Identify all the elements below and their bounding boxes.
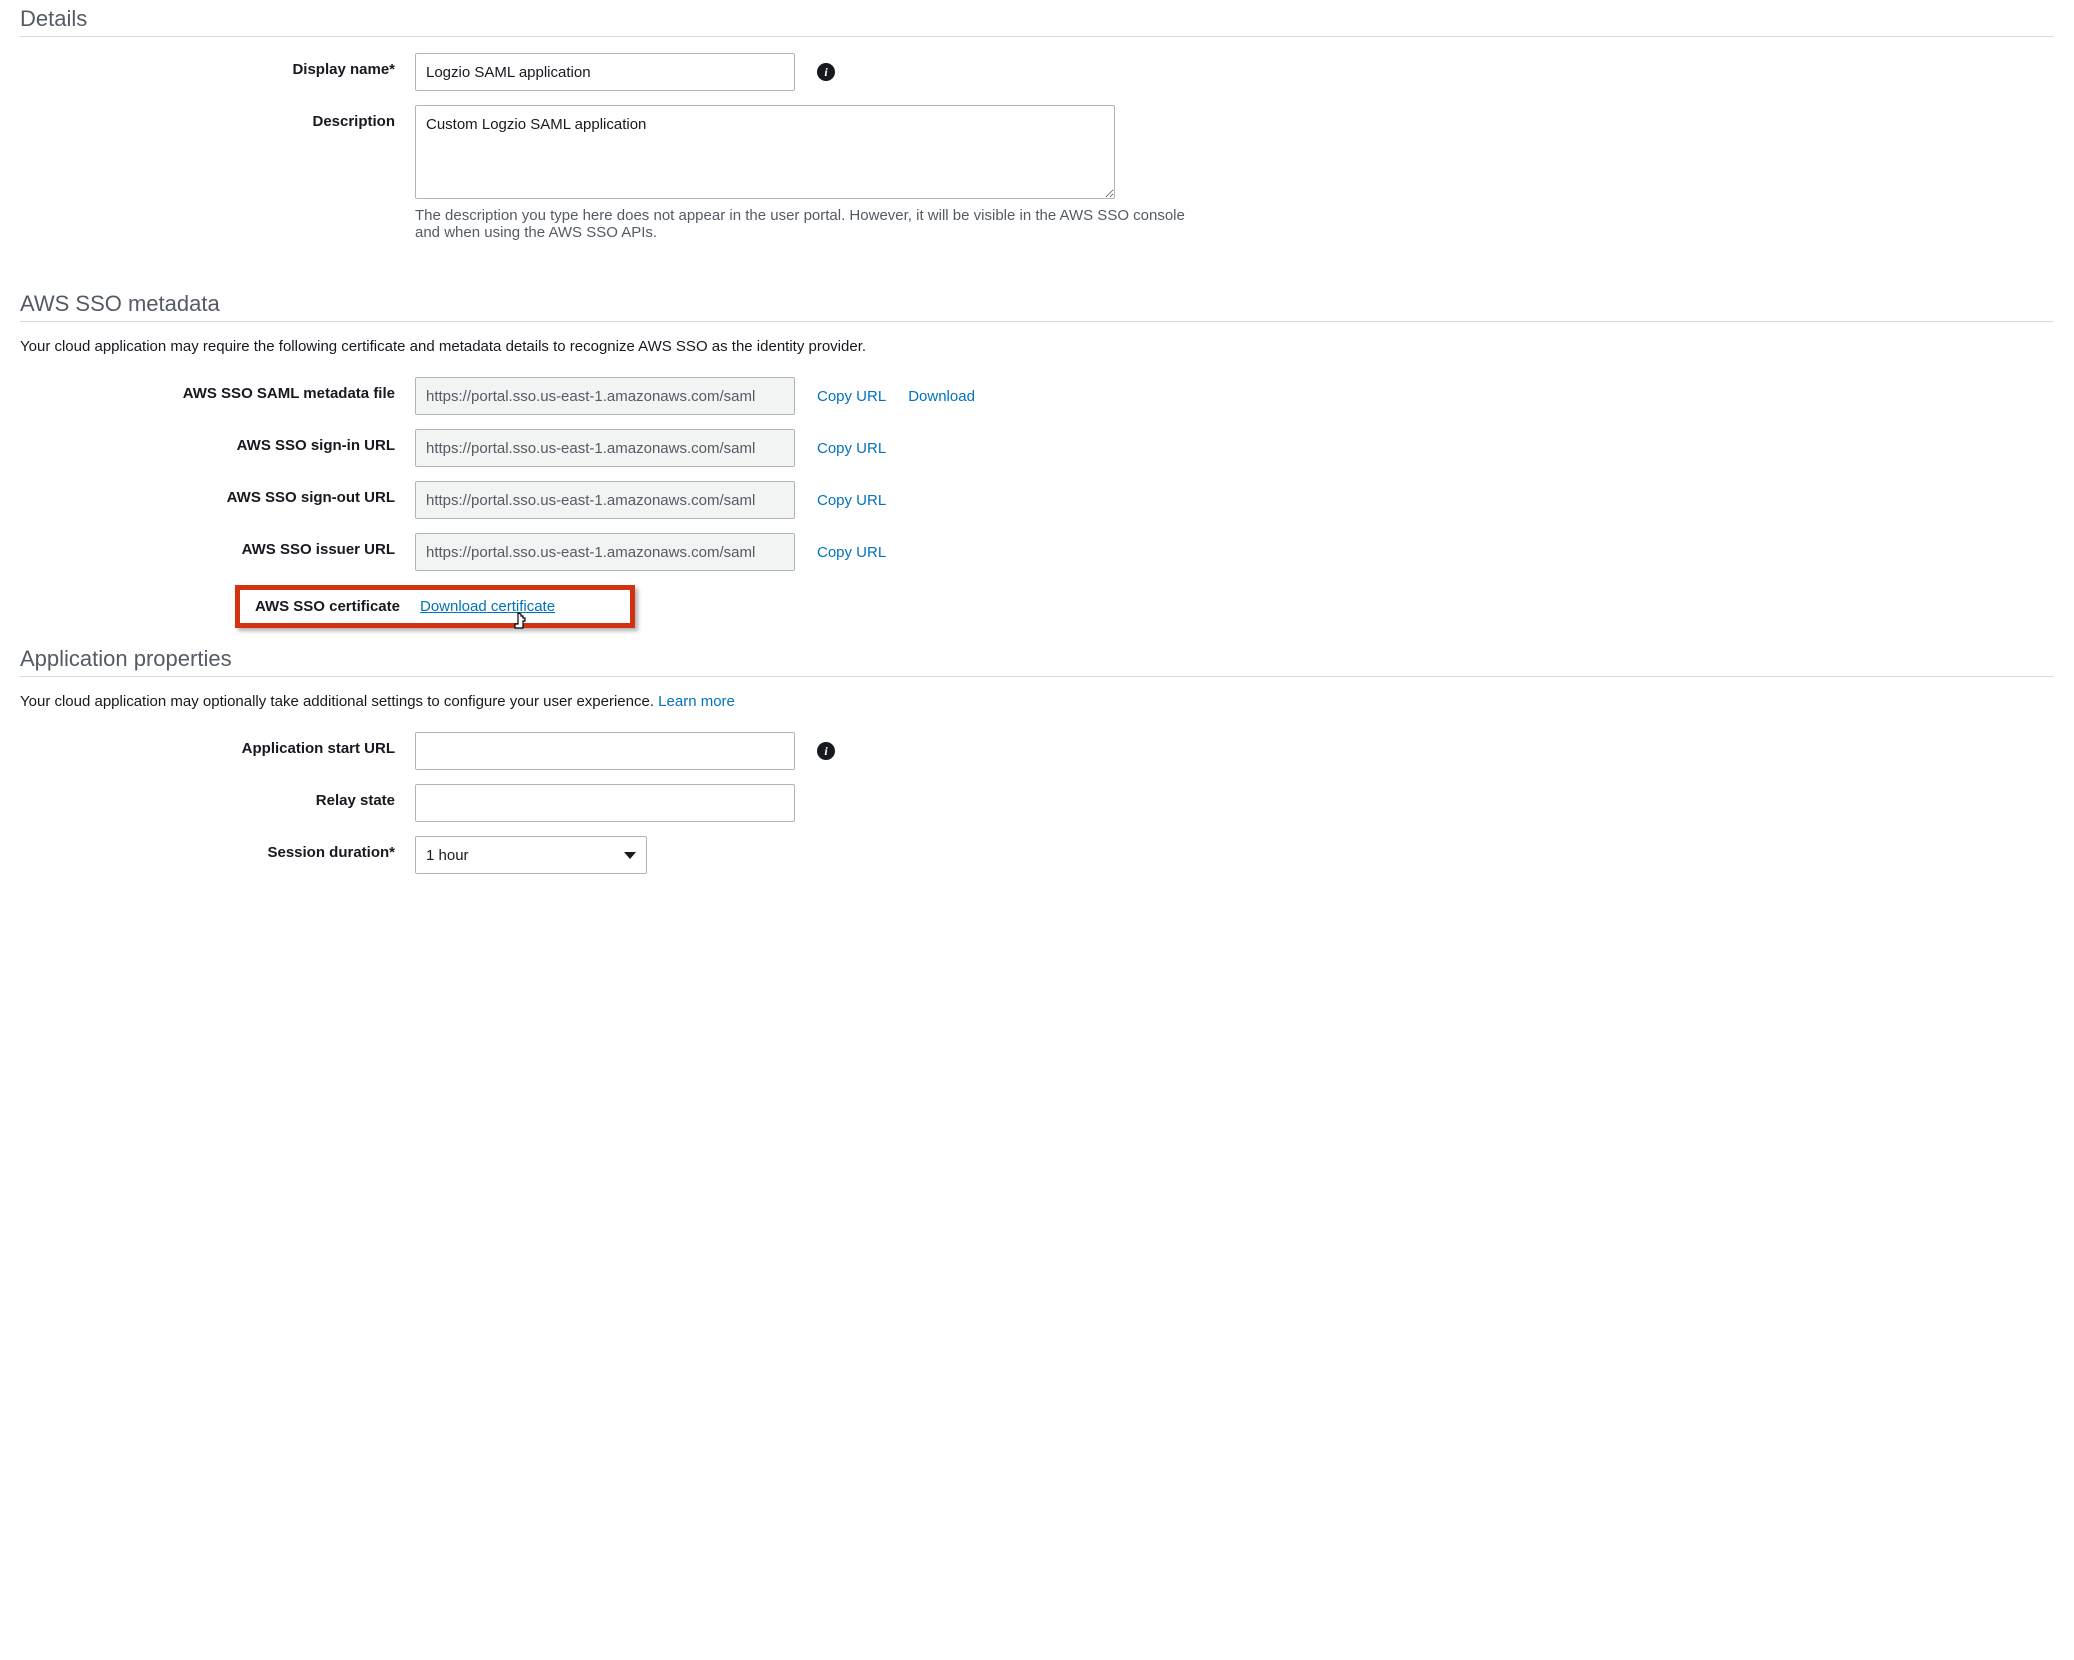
props-subhead-text: Your cloud application may optionally ta…: [20, 693, 658, 710]
download-certificate-link[interactable]: Download certificate: [420, 598, 555, 615]
download-link[interactable]: Download: [908, 388, 975, 405]
description-hint: The description you type here does not a…: [415, 207, 1185, 241]
row-signout-url: AWS SSO sign-out URL Copy URL: [20, 481, 2054, 519]
input-display-name[interactable]: [415, 53, 795, 91]
row-signin-url: AWS SSO sign-in URL Copy URL: [20, 429, 2054, 467]
select-session-duration[interactable]: 1 hour: [415, 836, 647, 874]
input-signout-url[interactable]: [415, 481, 795, 519]
copy-url-link[interactable]: Copy URL: [817, 388, 886, 405]
input-start-url[interactable]: [415, 732, 795, 770]
learn-more-link[interactable]: Learn more: [658, 693, 735, 710]
select-session-value: 1 hour: [426, 847, 469, 864]
row-session-duration: Session duration* 1 hour: [20, 836, 2054, 874]
copy-url-link[interactable]: Copy URL: [817, 440, 886, 457]
chevron-down-icon: [624, 852, 636, 859]
props-subhead: Your cloud application may optionally ta…: [20, 693, 2054, 710]
input-signin-url[interactable]: [415, 429, 795, 467]
section-title-app-props: Application properties: [20, 640, 2054, 677]
row-display-name: Display name* i: [20, 53, 2054, 91]
textarea-description[interactable]: Custom Logzio SAML application: [415, 105, 1115, 199]
label-relay-state: Relay state: [20, 784, 415, 809]
copy-url-link[interactable]: Copy URL: [817, 544, 886, 561]
info-icon[interactable]: i: [817, 63, 835, 81]
label-certificate: AWS SSO certificate: [240, 598, 420, 615]
metadata-subhead: Your cloud application may require the f…: [20, 338, 2054, 355]
label-display-name: Display name*: [20, 53, 415, 78]
row-issuer-url: AWS SSO issuer URL Copy URL: [20, 533, 2054, 571]
label-metadata-file: AWS SSO SAML metadata file: [20, 377, 415, 402]
copy-url-link[interactable]: Copy URL: [817, 492, 886, 509]
row-metadata-file: AWS SSO SAML metadata file Copy URL Down…: [20, 377, 2054, 415]
info-icon[interactable]: i: [817, 742, 835, 760]
label-description: Description: [20, 105, 415, 130]
label-signin-url: AWS SSO sign-in URL: [20, 429, 415, 454]
row-start-url: Application start URL i: [20, 732, 2054, 770]
input-metadata-file[interactable]: [415, 377, 795, 415]
highlight-certificate: AWS SSO certificate Download certificate: [235, 585, 635, 628]
section-title-metadata: AWS SSO metadata: [20, 285, 2054, 322]
row-description: Description Custom Logzio SAML applicati…: [20, 105, 2054, 241]
section-title-details: Details: [20, 0, 2054, 37]
input-relay-state[interactable]: [415, 784, 795, 822]
label-issuer-url: AWS SSO issuer URL: [20, 533, 415, 558]
label-start-url: Application start URL: [20, 732, 415, 757]
input-issuer-url[interactable]: [415, 533, 795, 571]
row-relay-state: Relay state: [20, 784, 2054, 822]
cursor-pointer-icon: [512, 612, 530, 632]
label-signout-url: AWS SSO sign-out URL: [20, 481, 415, 506]
label-session-duration: Session duration*: [20, 836, 415, 861]
